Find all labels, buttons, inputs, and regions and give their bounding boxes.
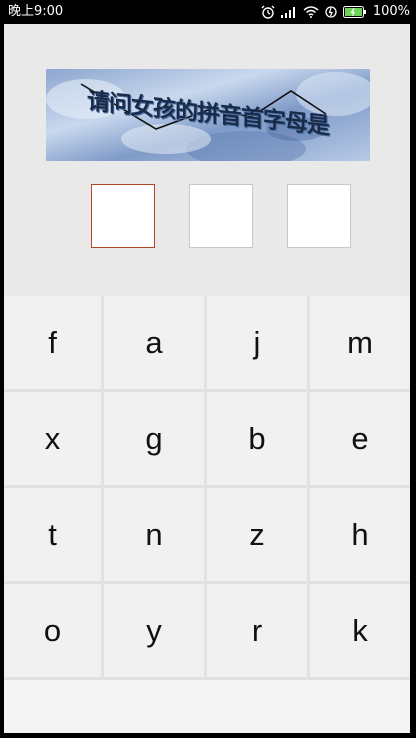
key-f[interactable]: f xyxy=(4,296,104,392)
answer-boxes xyxy=(4,184,410,252)
key-h[interactable]: h xyxy=(310,488,410,584)
key-k[interactable]: k xyxy=(310,584,410,680)
key-r[interactable]: r xyxy=(207,584,310,680)
key-j[interactable]: j xyxy=(207,296,310,392)
status-bar: 晚上9:00 100% xyxy=(0,0,416,24)
key-y[interactable]: y xyxy=(104,584,207,680)
captcha-panel: 请问女孩的拼音首字母是 xyxy=(4,24,410,296)
key-o[interactable]: o xyxy=(4,584,104,680)
key-a[interactable]: a xyxy=(104,296,207,392)
key-z[interactable]: z xyxy=(207,488,310,584)
signal-icon xyxy=(280,6,297,18)
status-time: 晚上9:00 xyxy=(8,4,64,19)
key-g[interactable]: g xyxy=(104,392,207,488)
key-m[interactable]: m xyxy=(310,296,410,392)
captcha-image[interactable]: 请问女孩的拼音首字母是 xyxy=(46,69,370,161)
key-n[interactable]: n xyxy=(104,488,207,584)
key-b[interactable]: b xyxy=(207,392,310,488)
battery-percent: 100% xyxy=(372,4,410,19)
wifi-icon xyxy=(303,6,319,18)
status-icons: 100% xyxy=(261,0,410,24)
battery-icon xyxy=(342,6,367,18)
answer-box-2[interactable] xyxy=(189,184,253,248)
bottom-spacer xyxy=(4,680,410,733)
key-x[interactable]: x xyxy=(4,392,104,488)
answer-box-3[interactable] xyxy=(287,184,351,248)
key-t[interactable]: t xyxy=(4,488,104,584)
key-e[interactable]: e xyxy=(310,392,410,488)
data-sync-icon xyxy=(325,5,337,19)
alarm-icon xyxy=(261,5,275,19)
captcha-screen: 请问女孩的拼音首字母是 f a j m x g b e t n z h o y … xyxy=(4,24,410,733)
answer-box-1[interactable] xyxy=(91,184,155,248)
letter-keypad: f a j m x g b e t n z h o y r k xyxy=(4,296,410,680)
